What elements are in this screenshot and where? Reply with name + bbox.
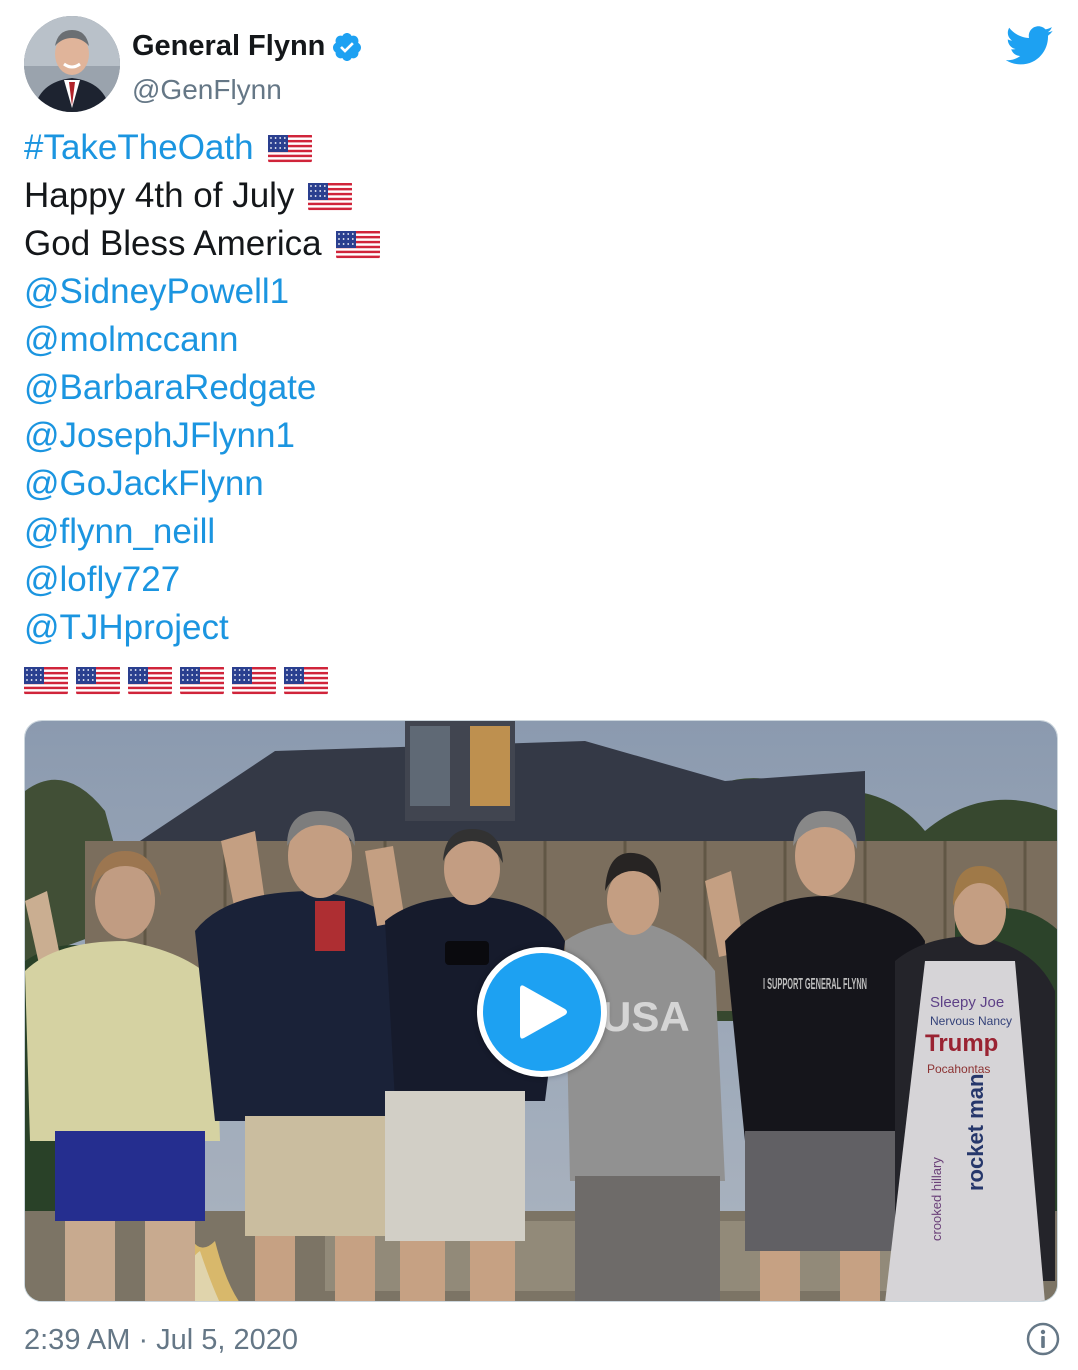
us-flag-icon (128, 664, 172, 696)
author-name[interactable]: General Flynn (132, 30, 325, 63)
tweet-line-hashtag: #TakeTheOath (24, 124, 1044, 172)
tweet-timestamp[interactable]: 2:39 AM · Jul 5, 2020 (24, 1320, 1064, 1360)
mention-line: @molmccann (24, 316, 1044, 364)
mention-line: @lofly727 (24, 556, 1044, 604)
us-flag-icon (76, 664, 120, 696)
hashtag-link[interactable]: #TakeTheOath (24, 124, 254, 172)
us-flag-icon (24, 664, 68, 696)
play-icon (520, 985, 567, 1039)
mention-link[interactable]: @flynn_neill (24, 508, 215, 556)
author-avatar[interactable] (24, 16, 120, 112)
verified-badge-icon (331, 31, 363, 63)
us-flag-icon (180, 664, 224, 696)
mention-line: @GoJackFlynn (24, 460, 1044, 508)
mention-line: @flynn_neill (24, 508, 1044, 556)
flags-row (24, 652, 1044, 704)
tweet-header: General Flynn @GenFlynn (24, 16, 1064, 112)
tweet-text-line: Happy 4th of July (24, 176, 295, 215)
mention-link[interactable]: @GoJackFlynn (24, 460, 264, 508)
tweet-line-2: Happy 4th of July (24, 172, 1044, 220)
mention-link[interactable]: @JosephJFlynn1 (24, 412, 295, 460)
mention-line: @SidneyPowell1 (24, 268, 1044, 316)
video-player[interactable]: USA I SUPPORT GENERAL FLYNN Sleepy Joe N… (24, 720, 1058, 1302)
mention-link[interactable]: @SidneyPowell1 (24, 268, 289, 316)
tweet-line-3: God Bless America (24, 220, 1044, 268)
mention-link[interactable]: @BarbaraRedgate (24, 364, 316, 412)
mention-link[interactable]: @TJHproject (24, 604, 229, 652)
play-button[interactable] (477, 947, 607, 1077)
mention-line: @JosephJFlynn1 (24, 412, 1044, 460)
us-flag-icon (335, 228, 380, 260)
us-flag-icon (232, 664, 276, 696)
tweet-text-line: God Bless America (24, 224, 322, 263)
mention-line: @BarbaraRedgate (24, 364, 1044, 412)
tweet-footer: 2:39 AM · Jul 5, 2020 (24, 1320, 1064, 1364)
us-flag-icon (267, 132, 312, 164)
us-flag-icon (308, 180, 353, 212)
info-icon[interactable] (1026, 1322, 1060, 1356)
mention-link[interactable]: @lofly727 (24, 556, 180, 604)
author-handle[interactable]: @GenFlynn (132, 74, 282, 106)
mention-line: @TJHproject (24, 604, 1044, 652)
tweet-text: #TakeTheOath Happy 4th of July God Bless… (24, 124, 1044, 704)
mention-link[interactable]: @molmccann (24, 316, 238, 364)
twitter-bird-icon[interactable] (1005, 26, 1054, 66)
us-flag-icon (284, 664, 328, 696)
author-name-row: General Flynn (132, 30, 363, 63)
